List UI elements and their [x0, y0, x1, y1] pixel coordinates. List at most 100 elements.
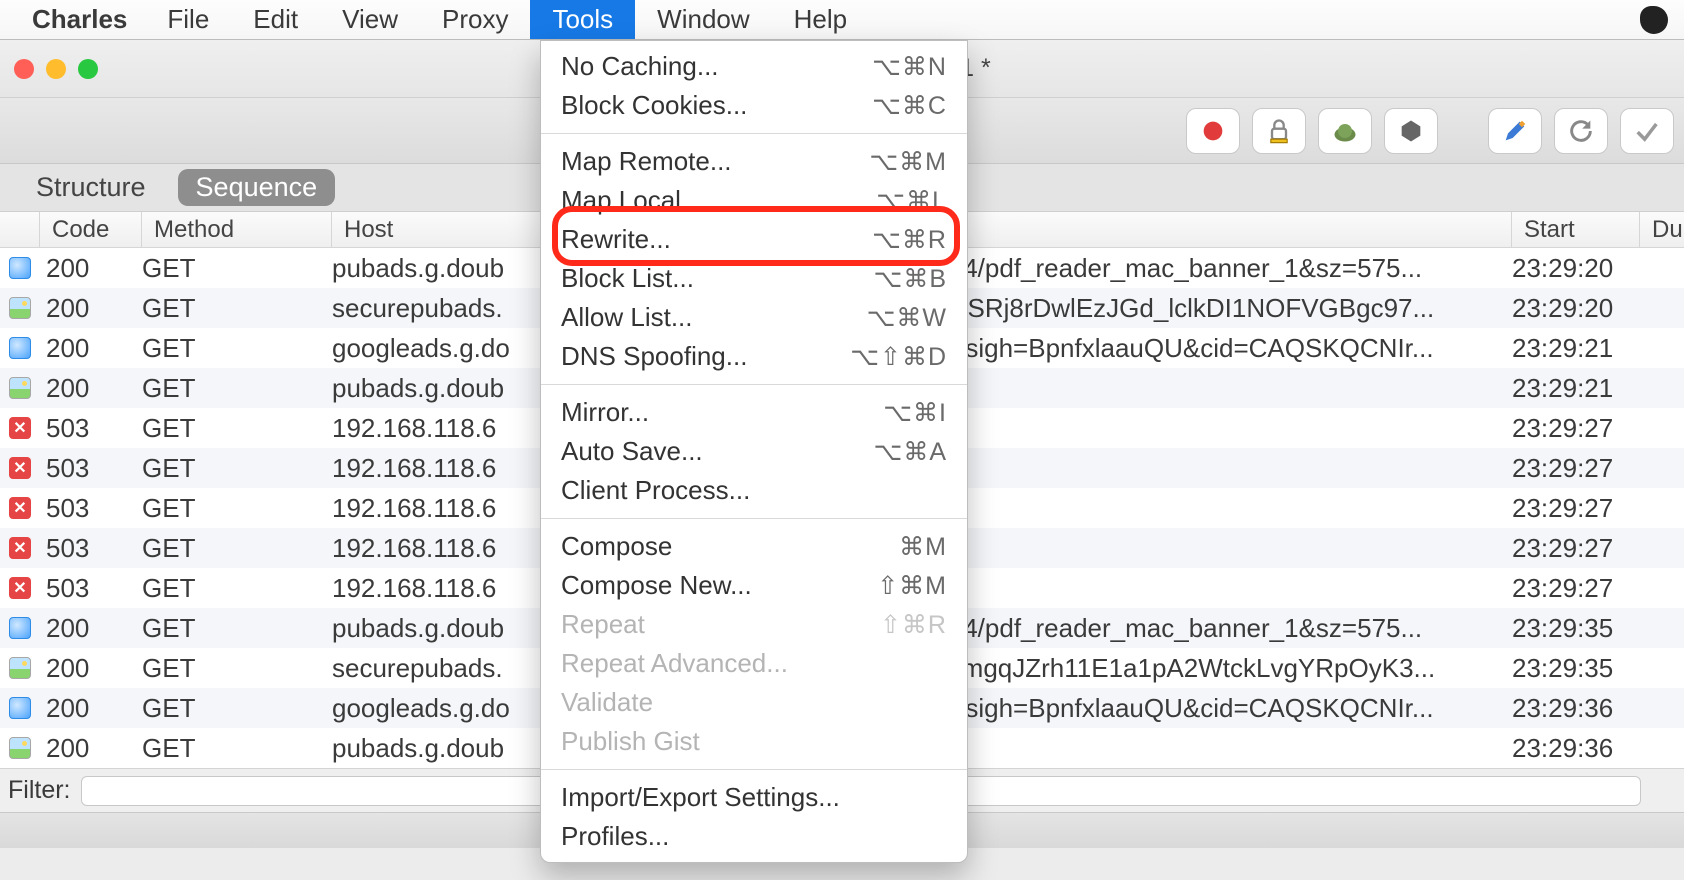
row-status-icon: ✕: [0, 577, 40, 599]
menu-item-compose[interactable]: Compose⌘M: [541, 527, 967, 566]
menu-item-dns-spoofing[interactable]: DNS Spoofing...⌥⇧⌘D: [541, 337, 967, 376]
menu-item-shortcut: ⇧⌘M: [877, 571, 947, 601]
row-status-icon: [0, 257, 40, 279]
throttle-button[interactable]: [1318, 108, 1372, 154]
menu-item-shortcut: ⇧⌘R: [880, 610, 947, 640]
menu-item-label: Validate: [561, 687, 947, 718]
menu-item-import-export-settings[interactable]: Import/Export Settings...: [541, 778, 967, 817]
menu-file[interactable]: File: [145, 0, 231, 39]
menu-item-shortcut: ⌥⇧⌘D: [850, 342, 947, 372]
menu-item-label: Repeat: [561, 609, 880, 640]
menu-item-block-cookies[interactable]: Block Cookies...⌥⌘C: [541, 86, 967, 125]
compose-button[interactable]: [1488, 108, 1542, 154]
record-button[interactable]: [1186, 108, 1240, 154]
ssl-proxy-button[interactable]: [1252, 108, 1306, 154]
row-status-icon: [0, 657, 40, 679]
menu-item-block-list[interactable]: Block List...⌥⌘B: [541, 259, 967, 298]
menu-item-shortcut: ⌥⌘A: [874, 437, 947, 467]
menu-item-label: DNS Spoofing...: [561, 341, 850, 372]
row-code: 200: [40, 293, 142, 324]
menu-item-label: Mirror...: [561, 397, 883, 428]
col-start[interactable]: Start: [1512, 212, 1640, 247]
col-duration[interactable]: Dur: [1640, 212, 1680, 247]
menu-proxy[interactable]: Proxy: [420, 0, 530, 39]
tab-structure[interactable]: Structure: [18, 169, 164, 206]
row-start: 23:29:35: [1512, 653, 1652, 684]
menu-item-repeat-advanced: Repeat Advanced...: [541, 644, 967, 683]
row-status-icon: [0, 337, 40, 359]
row-start: 23:29:36: [1512, 693, 1652, 724]
menu-item-rewrite[interactable]: Rewrite...⌥⌘R: [541, 220, 967, 259]
menu-item-repeat: Repeat⇧⌘R: [541, 605, 967, 644]
row-start: 23:29:20: [1512, 293, 1652, 324]
menu-window[interactable]: Window: [635, 0, 771, 39]
menu-item-publish-gist: Publish Gist: [541, 722, 967, 761]
row-code: 503: [40, 493, 142, 524]
menu-help[interactable]: Help: [772, 0, 869, 39]
tab-sequence[interactable]: Sequence: [178, 169, 336, 206]
row-method: GET: [142, 253, 332, 284]
row-code: 503: [40, 533, 142, 564]
col-code[interactable]: Code: [40, 212, 142, 247]
row-status-icon: [0, 737, 40, 759]
menu-item-auto-save[interactable]: Auto Save...⌥⌘A: [541, 432, 967, 471]
row-code: 503: [40, 453, 142, 484]
menu-item-label: Profiles...: [561, 821, 947, 852]
row-method: GET: [142, 453, 332, 484]
row-start: 23:29:27: [1512, 413, 1652, 444]
row-code: 200: [40, 613, 142, 644]
menu-item-shortcut: ⌥⌘M: [869, 147, 947, 177]
row-code: 200: [40, 693, 142, 724]
row-method: GET: [142, 373, 332, 404]
menu-item-label: Compose New...: [561, 570, 877, 601]
menu-edit[interactable]: Edit: [231, 0, 320, 39]
menu-item-label: Block List...: [561, 263, 874, 294]
row-start: 23:29:36: [1512, 733, 1652, 764]
menu-item-mirror[interactable]: Mirror...⌥⌘I: [541, 393, 967, 432]
col-method[interactable]: Method: [142, 212, 332, 247]
row-start: 23:29:21: [1512, 373, 1652, 404]
row-start: 23:29:27: [1512, 573, 1652, 604]
menu-item-profiles[interactable]: Profiles...: [541, 817, 967, 856]
menu-item-shortcut: ⌘M: [899, 532, 947, 562]
tools-menu: No Caching...⌥⌘NBlock Cookies...⌥⌘C Map R…: [540, 40, 968, 863]
minimize-window-icon[interactable]: [46, 59, 66, 79]
repeat-button[interactable]: [1554, 108, 1608, 154]
row-code: 200: [40, 653, 142, 684]
row-method: GET: [142, 733, 332, 764]
charles-jug-icon: [1640, 6, 1668, 34]
menu-item-shortcut: ⌥⌘B: [874, 264, 947, 294]
row-status-icon: ✕: [0, 497, 40, 519]
row-method: GET: [142, 293, 332, 324]
traffic-lights: [0, 59, 98, 79]
validate-button[interactable]: [1620, 108, 1674, 154]
menu-view[interactable]: View: [320, 0, 420, 39]
breakpoints-button[interactable]: [1384, 108, 1438, 154]
row-start: 23:29:27: [1512, 533, 1652, 564]
close-window-icon[interactable]: [14, 59, 34, 79]
menu-item-client-process[interactable]: Client Process...: [541, 471, 967, 510]
row-start: 23:29:20: [1512, 253, 1652, 284]
row-code: 503: [40, 573, 142, 604]
row-status-icon: [0, 297, 40, 319]
menu-item-map-remote[interactable]: Map Remote...⌥⌘M: [541, 142, 967, 181]
menu-item-map-local[interactable]: Map Local...⌥⌘L: [541, 181, 967, 220]
menu-item-no-caching[interactable]: No Caching...⌥⌘N: [541, 47, 967, 86]
menu-item-label: Rewrite...: [561, 224, 872, 255]
row-status-icon: ✕: [0, 457, 40, 479]
menu-tools[interactable]: Tools: [530, 0, 635, 39]
menu-item-label: Map Local...: [561, 185, 876, 216]
menu-item-label: Repeat Advanced...: [561, 648, 947, 679]
menu-separator: [541, 518, 967, 519]
menu-item-label: Client Process...: [561, 475, 947, 506]
menu-item-label: Auto Save...: [561, 436, 874, 467]
app-name: Charles: [32, 4, 127, 35]
menu-item-label: Allow List...: [561, 302, 867, 333]
zoom-window-icon[interactable]: [78, 59, 98, 79]
row-code: 200: [40, 373, 142, 404]
menu-item-allow-list[interactable]: Allow List...⌥⌘W: [541, 298, 967, 337]
row-start: 23:29:27: [1512, 453, 1652, 484]
menu-item-label: Import/Export Settings...: [561, 782, 947, 813]
row-status-icon: [0, 697, 40, 719]
menu-item-compose-new[interactable]: Compose New...⇧⌘M: [541, 566, 967, 605]
